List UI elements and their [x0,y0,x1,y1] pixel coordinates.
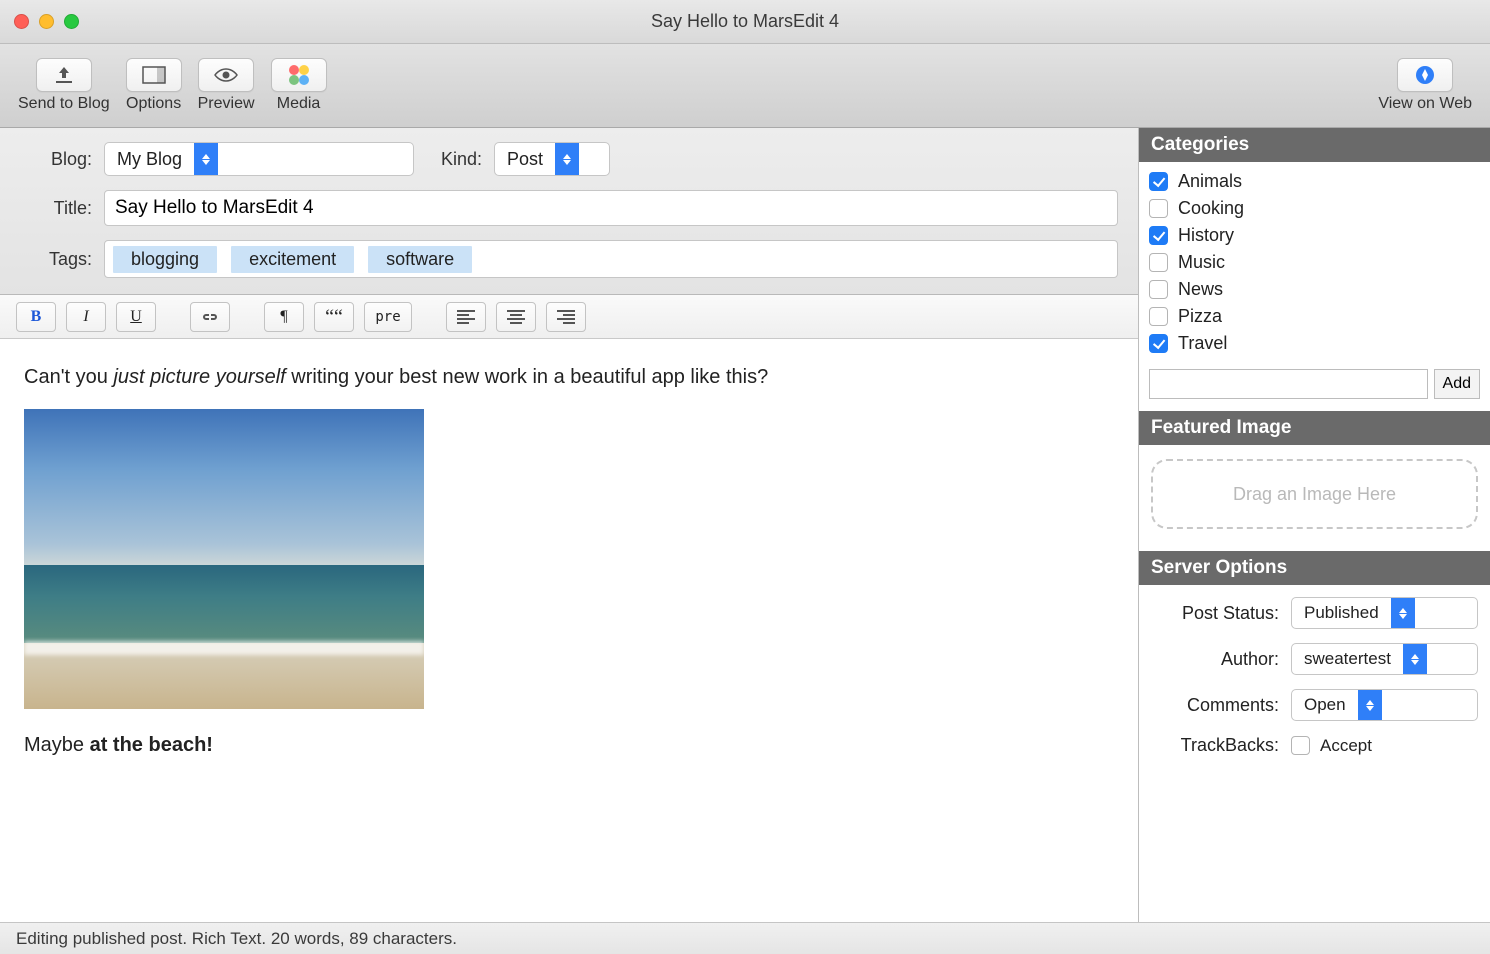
category-label: Music [1178,252,1225,273]
link-icon [200,311,220,323]
main-area: Blog: My Blog Kind: Post Title: Tags: bl… [0,128,1139,922]
trackbacks-accept-label: Accept [1320,736,1372,756]
category-checkbox[interactable] [1149,253,1168,272]
title-label: Title: [20,198,104,219]
trackbacks-checkbox[interactable] [1291,736,1310,755]
window-title: Say Hello to MarsEdit 4 [651,11,839,32]
status-bar: Editing published post. Rich Text. 20 wo… [0,922,1490,954]
server-options-header: Server Options [1139,551,1490,585]
media-button[interactable] [271,58,327,92]
status-text: Editing published post. Rich Text. 20 wo… [16,929,457,949]
align-center-icon [507,310,525,324]
send-to-blog-button[interactable] [36,58,92,92]
bold-button[interactable]: B [16,302,56,332]
pre-button[interactable]: pre [364,302,412,332]
category-item[interactable]: History [1149,222,1480,249]
view-on-web-label: View on Web [1378,95,1472,113]
tag-token[interactable]: software [368,246,472,273]
flower-icon [289,65,309,85]
paragraph-button[interactable]: ¶ [264,302,304,332]
options-button[interactable] [126,58,182,92]
minimize-window-button[interactable] [39,14,54,29]
kind-label: Kind: [414,149,494,170]
author-select[interactable]: sweatertest [1291,643,1478,675]
send-to-blog-label: Send to Blog [18,95,110,113]
blog-select[interactable]: My Blog [104,142,414,176]
category-label: Animals [1178,171,1242,192]
titlebar: Say Hello to MarsEdit 4 [0,0,1490,44]
categories-header: Categories [1139,128,1490,162]
editor-paragraph: Maybe at the beach! [24,731,1114,759]
kind-select[interactable]: Post [494,142,610,176]
panel-icon [142,66,166,84]
media-label: Media [277,95,321,113]
link-button[interactable] [190,302,230,332]
category-label: Travel [1178,333,1227,354]
editor-body[interactable]: Can't you just picture yourself writing … [0,339,1138,922]
comments-select[interactable]: Open [1291,689,1478,721]
author-label: Author: [1151,649,1291,670]
category-label: Pizza [1178,306,1222,327]
category-checkbox[interactable] [1149,199,1168,218]
category-label: History [1178,225,1234,246]
category-checkbox[interactable] [1149,172,1168,191]
tags-field[interactable]: blogging excitement software [104,240,1118,278]
preview-label: Preview [198,95,255,113]
category-item[interactable]: Pizza [1149,303,1480,330]
tags-label: Tags: [20,249,104,270]
sidebar: Categories Animals Cooking History Music New… [1139,128,1490,922]
italic-button[interactable]: I [66,302,106,332]
align-left-icon [457,310,475,324]
zoom-window-button[interactable] [64,14,79,29]
options-label: Options [126,95,181,113]
post-status-label: Post Status: [1151,603,1291,624]
category-item[interactable]: Cooking [1149,195,1480,222]
title-input[interactable] [104,190,1118,226]
preview-button[interactable] [198,58,254,92]
toolbar: Send to Blog Options Preview Media View … [0,44,1490,128]
editor-paragraph: Can't you just picture yourself writing … [24,363,1114,391]
post-status-select[interactable]: Published [1291,597,1478,629]
view-on-web-button[interactable] [1397,58,1453,92]
featured-image-dropzone[interactable]: Drag an Image Here [1151,459,1478,529]
category-checkbox[interactable] [1149,307,1168,326]
category-checkbox[interactable] [1149,226,1168,245]
blog-label: Blog: [20,149,104,170]
category-item[interactable]: Music [1149,249,1480,276]
featured-image-header: Featured Image [1139,411,1490,445]
align-right-icon [557,310,575,324]
format-toolbar: B I U ¶ ““ pre [0,295,1138,339]
eye-icon [213,67,239,83]
category-item[interactable]: News [1149,276,1480,303]
underline-button[interactable]: U [116,302,156,332]
add-category-button[interactable]: Add [1434,369,1480,399]
close-window-button[interactable] [14,14,29,29]
compass-icon [1414,64,1436,86]
align-left-button[interactable] [446,302,486,332]
add-category-input[interactable] [1149,369,1428,399]
category-checkbox[interactable] [1149,280,1168,299]
comments-label: Comments: [1151,695,1291,716]
tag-token[interactable]: blogging [113,246,217,273]
align-center-button[interactable] [496,302,536,332]
tag-token[interactable]: excitement [231,246,354,273]
post-meta: Blog: My Blog Kind: Post Title: Tags: bl… [0,128,1138,295]
inline-image[interactable] [24,409,424,709]
category-item[interactable]: Travel [1149,330,1480,357]
align-right-button[interactable] [546,302,586,332]
blockquote-button[interactable]: ““ [314,302,354,332]
upload-icon [53,65,75,85]
trackbacks-label: TrackBacks: [1151,735,1291,756]
category-item[interactable]: Animals [1149,168,1480,195]
category-label: Cooking [1178,198,1244,219]
category-checkbox[interactable] [1149,334,1168,353]
category-label: News [1178,279,1223,300]
